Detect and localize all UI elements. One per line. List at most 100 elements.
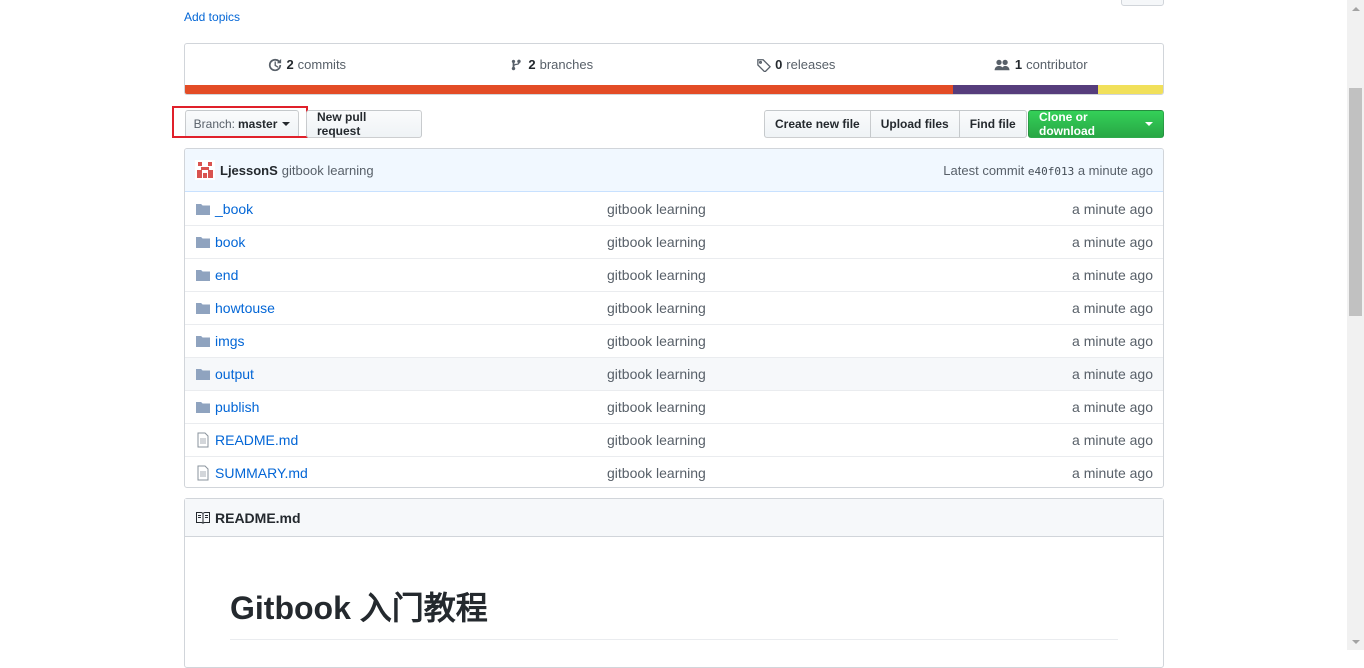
branches-label: branches — [539, 57, 594, 72]
folder-icon — [196, 203, 210, 215]
releases-label: releases — [786, 57, 836, 72]
file-commit-message[interactable]: gitbook learning — [607, 465, 1072, 481]
contributors-label: contributor — [1026, 57, 1088, 72]
readme-filename: README.md — [215, 509, 301, 526]
avatar[interactable] — [195, 160, 215, 180]
file-name-link[interactable]: howtouse — [215, 300, 607, 316]
latest-commit-label: Latest commit — [943, 162, 1025, 178]
file-row[interactable]: howtouse gitbook learning a minute ago — [185, 291, 1163, 324]
commits-label: commits — [297, 57, 347, 72]
branch-name: master — [238, 117, 278, 131]
file-row[interactable]: README.md gitbook learning a minute ago — [185, 423, 1163, 456]
clone-or-download-button[interactable]: Clone or download — [1028, 110, 1164, 138]
file-row[interactable]: imgs gitbook learning a minute ago — [185, 324, 1163, 357]
clone-label: Clone or download — [1039, 110, 1095, 138]
file-age: a minute ago — [1072, 300, 1153, 316]
file-commit-message[interactable]: gitbook learning — [607, 366, 1072, 382]
file-row[interactable]: book gitbook learning a minute ago — [185, 225, 1163, 258]
branches-count: 2 — [528, 57, 536, 72]
scroll-up-button[interactable] — [1347, 0, 1364, 17]
file-row[interactable]: publish gitbook learning a minute ago — [185, 390, 1163, 423]
language-segment[interactable] — [952, 85, 1099, 94]
file-age: a minute ago — [1072, 465, 1153, 481]
file-name-link[interactable]: imgs — [215, 333, 607, 349]
file-name-link[interactable]: publish — [215, 399, 607, 415]
releases-summary[interactable]: 0 releases — [674, 57, 919, 72]
book-icon — [196, 511, 210, 524]
language-segment[interactable] — [1098, 85, 1163, 94]
file-age: a minute ago — [1072, 200, 1153, 217]
commits-summary[interactable]: 2 commits — [185, 57, 430, 72]
file-age: a minute ago — [1072, 366, 1153, 382]
commit-sha[interactable]: e40f013 — [1028, 165, 1074, 178]
file-commit-message[interactable]: gitbook learning — [607, 267, 1072, 283]
folder-icon — [196, 336, 210, 347]
readme-title: Gitbook 入门教程 — [230, 583, 1118, 640]
file-row[interactable]: end gitbook learning a minute ago — [185, 258, 1163, 291]
contributors-summary[interactable]: 1 contributor — [919, 57, 1164, 72]
tag-icon — [757, 58, 772, 72]
git-branch-icon — [512, 59, 522, 70]
repo-summary: 2 commits 2 branches 0 releases 1 contri… — [184, 43, 1164, 95]
create-new-file-button[interactable]: Create new file — [764, 110, 871, 138]
file-commit-message[interactable]: gitbook learning — [607, 201, 1072, 217]
file-table: LjessonS gitbook learning Latest commit … — [184, 148, 1164, 488]
file-age: a minute ago — [1072, 432, 1153, 448]
file-name-link[interactable]: _book — [215, 201, 607, 217]
find-file-button[interactable]: Find file — [958, 110, 1027, 138]
file-age: a minute ago — [1072, 333, 1153, 349]
language-bar[interactable] — [185, 85, 1163, 94]
file-commit-message[interactable]: gitbook learning — [607, 300, 1072, 316]
arrow-down-icon — [1351, 639, 1360, 644]
file-age: a minute ago — [1072, 234, 1153, 250]
file-commit-message[interactable]: gitbook learning — [607, 432, 1072, 448]
branch-select-button[interactable]: Branch: master — [185, 110, 299, 138]
caret-down-icon — [1145, 122, 1153, 126]
history-icon — [269, 58, 282, 71]
file-commit-message[interactable]: gitbook learning — [607, 399, 1072, 415]
people-icon — [994, 59, 1010, 70]
scroll-down-button[interactable] — [1347, 633, 1364, 650]
file-row[interactable]: SUMMARY.md gitbook learning a minute ago — [185, 456, 1163, 487]
page-scrollbar[interactable] — [1347, 0, 1364, 650]
file-name-link[interactable]: SUMMARY.md — [215, 465, 607, 481]
caret-down-icon — [282, 122, 291, 126]
file-age: a minute ago — [1072, 267, 1153, 283]
language-segment[interactable] — [185, 85, 953, 94]
file-icon — [197, 432, 209, 448]
releases-count: 0 — [775, 57, 783, 72]
file-name-link[interactable]: README.md — [215, 432, 607, 448]
arrow-up-icon — [1351, 6, 1360, 11]
readme-panel: README.md Gitbook 入门教程 — [184, 498, 1164, 668]
file-name-link[interactable]: end — [215, 267, 607, 283]
commit-author[interactable]: LjessonS — [220, 163, 278, 178]
commits-count: 2 — [286, 57, 294, 72]
file-name-link[interactable]: output — [215, 366, 607, 382]
commit-tease: LjessonS gitbook learning Latest commit … — [185, 149, 1163, 192]
file-name-link[interactable]: book — [215, 234, 607, 250]
add-topics-link[interactable]: Add topics — [184, 10, 240, 24]
scroll-thumb[interactable] — [1349, 88, 1362, 316]
branch-prefix: Branch: — [193, 117, 235, 131]
folder-icon — [196, 303, 210, 314]
upload-files-button[interactable]: Upload files — [869, 110, 960, 138]
branches-summary[interactable]: 2 branches — [430, 57, 675, 72]
readme-header: README.md — [185, 499, 1163, 537]
folder-icon — [196, 237, 210, 248]
file-age: a minute ago — [1072, 399, 1153, 415]
commit-message[interactable]: gitbook learning — [282, 163, 374, 178]
new-pull-request-button[interactable]: New pull request — [306, 110, 422, 138]
file-row[interactable]: output gitbook learning a minute ago — [185, 357, 1163, 390]
file-row[interactable]: _book gitbook learning a minute ago — [185, 192, 1163, 225]
file-actions-group: Create new file Upload files Find file — [764, 110, 1027, 138]
folder-icon — [196, 369, 210, 380]
file-commit-message[interactable]: gitbook learning — [607, 234, 1072, 250]
contributors-count: 1 — [1014, 57, 1023, 72]
file-icon — [197, 465, 209, 481]
folder-icon — [196, 402, 210, 413]
commit-time: a minute ago — [1077, 162, 1153, 178]
latest-commit-info: Latest commit e40f013 a minute ago — [943, 163, 1153, 178]
file-commit-message[interactable]: gitbook learning — [607, 333, 1072, 349]
folder-icon — [196, 270, 210, 281]
header-action-button[interactable] — [1121, 0, 1164, 6]
